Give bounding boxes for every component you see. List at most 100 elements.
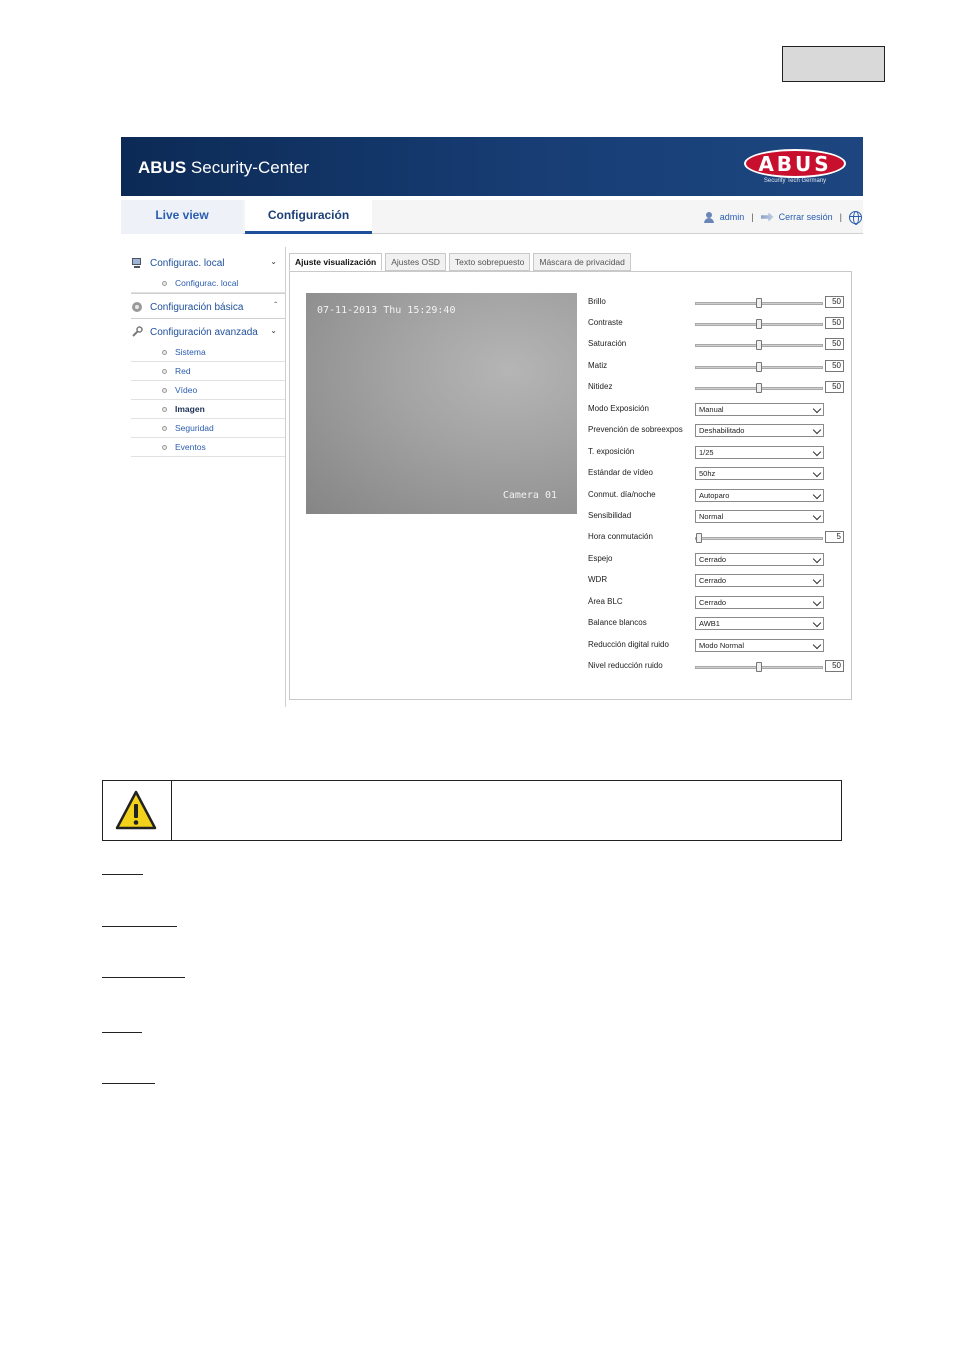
row-espejo: Espejo Cerrado [588,553,848,567]
nivel-reduccion-value[interactable]: 50 [825,660,844,672]
live-video-preview: 07-11-2013 Thu 15:29:40 Camera 01 [306,293,577,514]
heading-underline [102,1032,142,1033]
banner: ABUS Security-Center ABUS Security Tech … [121,137,863,196]
hora-conmutacion-slider[interactable] [695,533,823,543]
sidebar-group-label: Configuración básica [150,301,244,313]
tab-ajustes-osd[interactable]: Ajustes OSD [385,253,446,271]
saturacion-value[interactable]: 50 [825,338,844,350]
nivel-reduccion-slider-handle[interactable] [756,662,762,672]
heading-underline [102,1083,155,1084]
brillo-slider[interactable] [695,298,823,308]
contraste-slider[interactable] [695,319,823,329]
sidebar-group-label: Configurac. local [150,257,225,269]
chevron-down-icon [812,425,822,435]
row-balance-blancos: Balance blancos AWB1 [588,617,848,631]
sidebar-group-label: Configuración avanzada [150,326,258,338]
espejo-select[interactable]: Cerrado [695,553,824,566]
chevron-down-icon [812,640,822,650]
page-number-box [782,46,885,82]
contraste-slider-handle[interactable] [756,319,762,329]
top-nav: Live view Configuración admin | Cerrar s… [121,200,863,234]
t-exposicion-select[interactable]: 1/25 [695,446,824,459]
row-t-exposicion: T. exposición 1/25 [588,446,848,460]
logout-icon [760,212,774,222]
heading-underline [102,977,185,978]
warning-icon [115,790,157,830]
reduccion-ruido-select[interactable]: Modo Normal [695,639,824,652]
wdr-select[interactable]: Cerrado [695,574,824,587]
heading-underline [102,926,177,927]
saturacion-slider[interactable] [695,340,823,350]
sidebar-group-basica[interactable]: Configuración básica ˆ [131,296,286,318]
estandar-video-select[interactable]: 50hz [695,467,824,480]
tab-mascara-privacidad[interactable]: Máscara de privacidad [533,253,631,271]
row-nivel-reduccion: Nivel reducción ruido 50 [588,660,848,674]
sidebar-item-sistema[interactable]: Sistema [131,343,286,362]
row-prevencion: Prevención de sobreexpos Deshabilitado [588,424,848,438]
matiz-slider-handle[interactable] [756,362,762,372]
sidebar-group-local[interactable]: Configurac. local ⌄ [131,252,286,274]
prevencion-select[interactable]: Deshabilitado [695,424,824,437]
row-conmut: Conmut. día/noche Autoparo [588,489,848,503]
user-icon [703,211,714,223]
hora-conmutacion-value[interactable]: 5 [825,531,844,543]
nitidez-slider[interactable] [695,383,823,393]
chevron-down-icon [812,554,822,564]
sidebar-item-video[interactable]: Vídeo [131,381,286,400]
hora-conmutacion-slider-handle[interactable] [696,533,702,543]
modo-exposicion-select[interactable]: Manual [695,403,824,416]
chevron-down-icon [812,597,822,607]
config-sidebar: Configurac. local ⌄ Configurac. local Co… [131,252,286,457]
sidebar-item-imagen[interactable]: Imagen [131,400,286,419]
nivel-reduccion-slider[interactable] [695,662,823,672]
heading-underline [102,874,143,875]
row-nitidez: Nitidez 50 [588,381,848,395]
sidebar-item-red[interactable]: Red [131,362,286,381]
tab-texto-sobrepuesto[interactable]: Texto sobrepuesto [448,253,531,271]
row-area-blc: Área BLC Cerrado [588,596,848,610]
row-reduccion-ruido: Reducción digital ruido Modo Normal [588,639,848,653]
row-wdr: WDR Cerrado [588,574,848,588]
row-brillo: Brillo 50 [588,296,848,310]
tab-configuracion[interactable]: Configuración [245,200,372,234]
nitidez-value[interactable]: 50 [825,381,844,393]
sidebar-divider [285,247,286,707]
sidebar-item-eventos[interactable]: Eventos [131,438,286,457]
sensibilidad-select[interactable]: Normal [695,510,824,523]
warning-icon-cell [103,781,172,840]
matiz-value[interactable]: 50 [825,360,844,372]
image-tabs: Ajuste visualización Ajustes OSD Texto s… [289,253,634,271]
logout-link[interactable]: Cerrar sesión [779,212,833,222]
chevron-down-icon [812,511,822,521]
row-contraste: Contraste 50 [588,317,848,331]
row-sensibilidad: Sensibilidad Normal [588,510,848,524]
row-matiz: Matiz 50 [588,360,848,374]
tab-live-view[interactable]: Live view [121,200,243,234]
monitor-icon [132,258,141,268]
sidebar-item-configurac-local[interactable]: Configurac. local [131,274,286,293]
row-estandar-video: Estándar de vídeo 50hz [588,467,848,481]
sidebar-item-seguridad[interactable]: Seguridad [131,419,286,438]
matiz-slider[interactable] [695,362,823,372]
wrench-icon [132,326,143,337]
abus-logo: ABUS Security Tech Germany [743,149,847,187]
chevron-down-icon [812,618,822,628]
brillo-value[interactable]: 50 [825,296,844,308]
banner-title: ABUS Security-Center [138,158,309,177]
conmut-select[interactable]: Autoparo [695,489,824,502]
saturacion-slider-handle[interactable] [756,340,762,350]
nitidez-slider-handle[interactable] [756,383,762,393]
balance-blancos-select[interactable]: AWB1 [695,617,824,630]
brillo-slider-handle[interactable] [756,298,762,308]
area-blc-select[interactable]: Cerrado [695,596,824,609]
language-globe-icon[interactable] [849,210,862,225]
chevron-down-icon [812,490,822,500]
row-modo-exposicion: Modo Exposición Manual [588,403,848,417]
osd-timestamp: 07-11-2013 Thu 15:29:40 [317,305,456,316]
row-hora-conmutacion: Hora conmutación 5 [588,531,848,545]
sidebar-group-avanzada[interactable]: Configuración avanzada ⌄ [131,321,286,343]
chevron-down-icon [812,447,822,457]
contraste-value[interactable]: 50 [825,317,844,329]
user-link[interactable]: admin [720,212,745,222]
tab-ajuste-visualizacion[interactable]: Ajuste visualización [289,253,383,271]
